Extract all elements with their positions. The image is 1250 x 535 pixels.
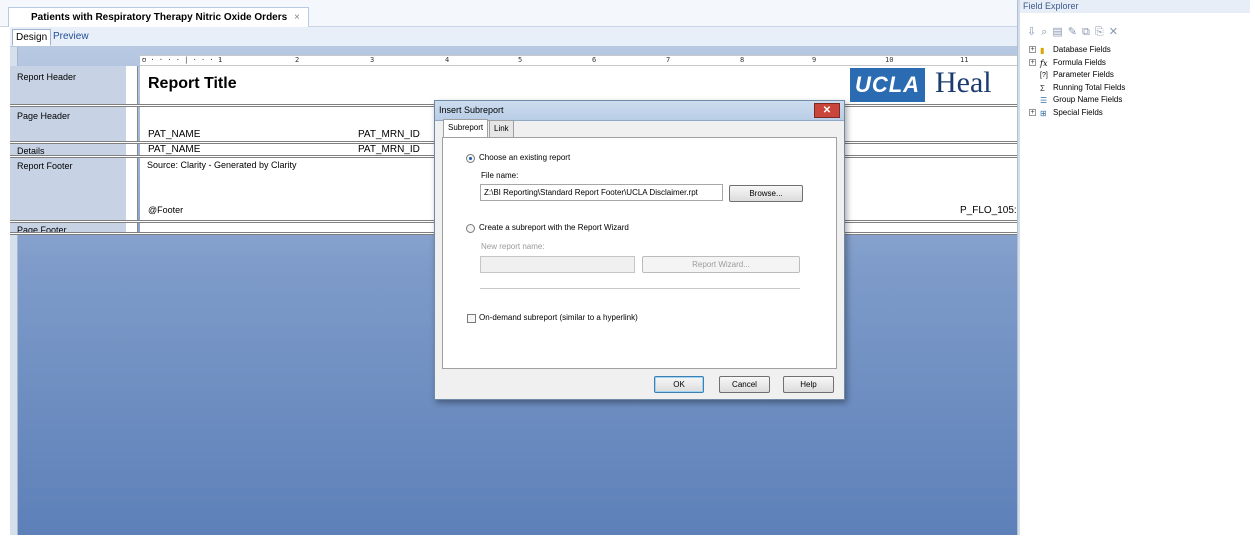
dialog-title: Insert Subreport	[439, 105, 504, 115]
ruler-mark: 11	[960, 56, 969, 64]
section-handle[interactable]	[126, 107, 138, 143]
tree-item-parameter-fields[interactable]: [?] Parameter Fields	[1029, 69, 1125, 82]
horizontal-ruler[interactable]: ʊ · · · · | · · · · 1 2 3 4 5 6 7 8 9 10…	[140, 55, 1017, 66]
document-tab-title: Patients with Respiratory Therapy Nitric…	[31, 12, 288, 23]
document-tabstrip: Patients with Respiratory Therapy Nitric…	[0, 0, 1017, 27]
subreport-panel: Choose an existing report File name: Z:\…	[442, 137, 837, 369]
field-pat-name[interactable]: PAT_NAME	[148, 144, 200, 155]
section-label-report-footer[interactable]: Report Footer	[17, 161, 73, 171]
footer-formula-field[interactable]: @Footer	[148, 205, 183, 215]
expand-icon[interactable]: +	[1029, 46, 1036, 53]
running-total-icon: Σ	[1040, 83, 1045, 93]
field-tree: + ▮ Database Fields + fx Formula Fields …	[1029, 44, 1125, 119]
new-report-name-label: New report name:	[481, 242, 545, 251]
footer-field[interactable]: P_FLO_105:	[960, 205, 1017, 216]
section-handle[interactable]	[126, 223, 138, 232]
tab-design[interactable]: Design	[12, 29, 52, 46]
new-report-name-input[interactable]	[480, 256, 635, 273]
ruler-mark: 3	[370, 56, 375, 64]
tab-link[interactable]: Link	[489, 120, 514, 137]
ruler-mark: 6	[592, 56, 597, 64]
browse-button[interactable]: Browse...	[729, 185, 803, 202]
ruler-mark: 5	[518, 56, 523, 64]
view-tabs: Design Preview	[10, 27, 1017, 47]
field-pat-name-header[interactable]: PAT_NAME	[148, 129, 200, 140]
on-demand-checkbox[interactable]	[467, 314, 476, 323]
edit-icon[interactable]: ✎	[1068, 26, 1082, 38]
section-handle[interactable]	[126, 158, 138, 220]
close-icon[interactable]: ×	[294, 12, 300, 23]
tree-item-formula-fields[interactable]: + fx Formula Fields	[1029, 57, 1125, 70]
database-icon: ▮	[1040, 46, 1045, 55]
close-icon[interactable]: ✕	[814, 103, 840, 118]
expand-icon[interactable]: +	[1029, 108, 1036, 116]
insert-subreport-dialog: Insert Subreport ✕ Subreport Link Choose…	[434, 100, 845, 400]
section-handle[interactable]	[126, 144, 138, 155]
tree-item-running-total-fields[interactable]: Σ Running Total Fields	[1029, 82, 1125, 95]
file-name-label: File name:	[481, 171, 519, 180]
help-button[interactable]: Help	[783, 376, 834, 393]
field-explorer-title: Field Explorer	[1020, 0, 1250, 13]
ruler-mark: 1	[218, 56, 223, 64]
tab-subreport[interactable]: Subreport	[443, 119, 489, 138]
ruler-mark: 10	[885, 56, 894, 64]
delete-icon[interactable]: ✕	[1109, 26, 1123, 38]
create-wizard-label[interactable]: Create a subreport with the Report Wizar…	[479, 223, 629, 232]
tree-item-special-fields[interactable]: + ⊞ Special Fields	[1029, 107, 1125, 120]
ruler-mark: 7	[666, 56, 671, 64]
choose-existing-label[interactable]: Choose an existing report	[479, 153, 570, 162]
section-handle[interactable]	[126, 66, 138, 104]
parameter-icon: [?]	[1040, 72, 1048, 79]
insert-icon[interactable]: ⇩	[1027, 26, 1041, 38]
dialog-titlebar[interactable]: Insert Subreport ✕	[435, 101, 844, 121]
field-explorer-panel: Field Explorer ⇩⌕▤✎⧉⎘✕ + ▮ Database Fiel…	[1020, 0, 1250, 535]
radio-create-wizard[interactable]	[466, 224, 475, 233]
tree-item-group-name-fields[interactable]: ☰ Group Name Fields	[1029, 94, 1125, 107]
ruler-mark: 9	[812, 56, 817, 64]
expand-icon[interactable]: +	[1029, 58, 1036, 66]
radio-choose-existing[interactable]	[466, 154, 475, 163]
ucla-logo-mark[interactable]: UCLA	[850, 68, 925, 102]
duplicate-icon[interactable]: ⧉	[1082, 26, 1095, 38]
separator	[480, 288, 800, 289]
rename-icon[interactable]: ⎘	[1095, 26, 1109, 38]
ucla-logo-text[interactable]: Heal	[935, 66, 992, 100]
formula-icon: fx	[1040, 58, 1048, 68]
special-icon: ⊞	[1040, 108, 1047, 118]
ruler-mark: 4	[445, 56, 450, 64]
cancel-button[interactable]: Cancel	[719, 376, 770, 393]
document-tab[interactable]: Patients with Respiratory Therapy Nitric…	[8, 7, 309, 27]
section-label-page-header[interactable]: Page Header	[17, 111, 70, 121]
section-label-report-header[interactable]: Report Header	[17, 72, 76, 82]
report-wizard-button[interactable]: Report Wizard...	[642, 256, 800, 273]
tree-item-database-fields[interactable]: + ▮ Database Fields	[1029, 44, 1125, 57]
group-icon: ☰	[1040, 96, 1048, 105]
ruler-mark: 2	[295, 56, 300, 64]
new-icon[interactable]: ▤	[1052, 26, 1067, 38]
field-pat-mrn[interactable]: PAT_MRN_ID	[358, 144, 420, 155]
field-pat-mrn-header[interactable]: PAT_MRN_ID	[358, 129, 420, 140]
on-demand-label[interactable]: On-demand subreport (similar to a hyperl…	[479, 313, 638, 322]
tab-preview[interactable]: Preview	[50, 29, 92, 46]
ok-button[interactable]: OK	[654, 376, 704, 393]
ruler-mark: 8	[740, 56, 745, 64]
browse-icon[interactable]: ⌕	[1041, 26, 1052, 38]
file-name-input[interactable]: Z:\BI Reporting\Standard Report Footer\U…	[480, 184, 723, 201]
footer-source-text[interactable]: Source: Clarity - Generated by Clarity	[147, 160, 297, 170]
report-title[interactable]: Report Title	[148, 75, 237, 93]
field-explorer-toolbar: ⇩⌕▤✎⧉⎘✕	[1020, 25, 1250, 39]
